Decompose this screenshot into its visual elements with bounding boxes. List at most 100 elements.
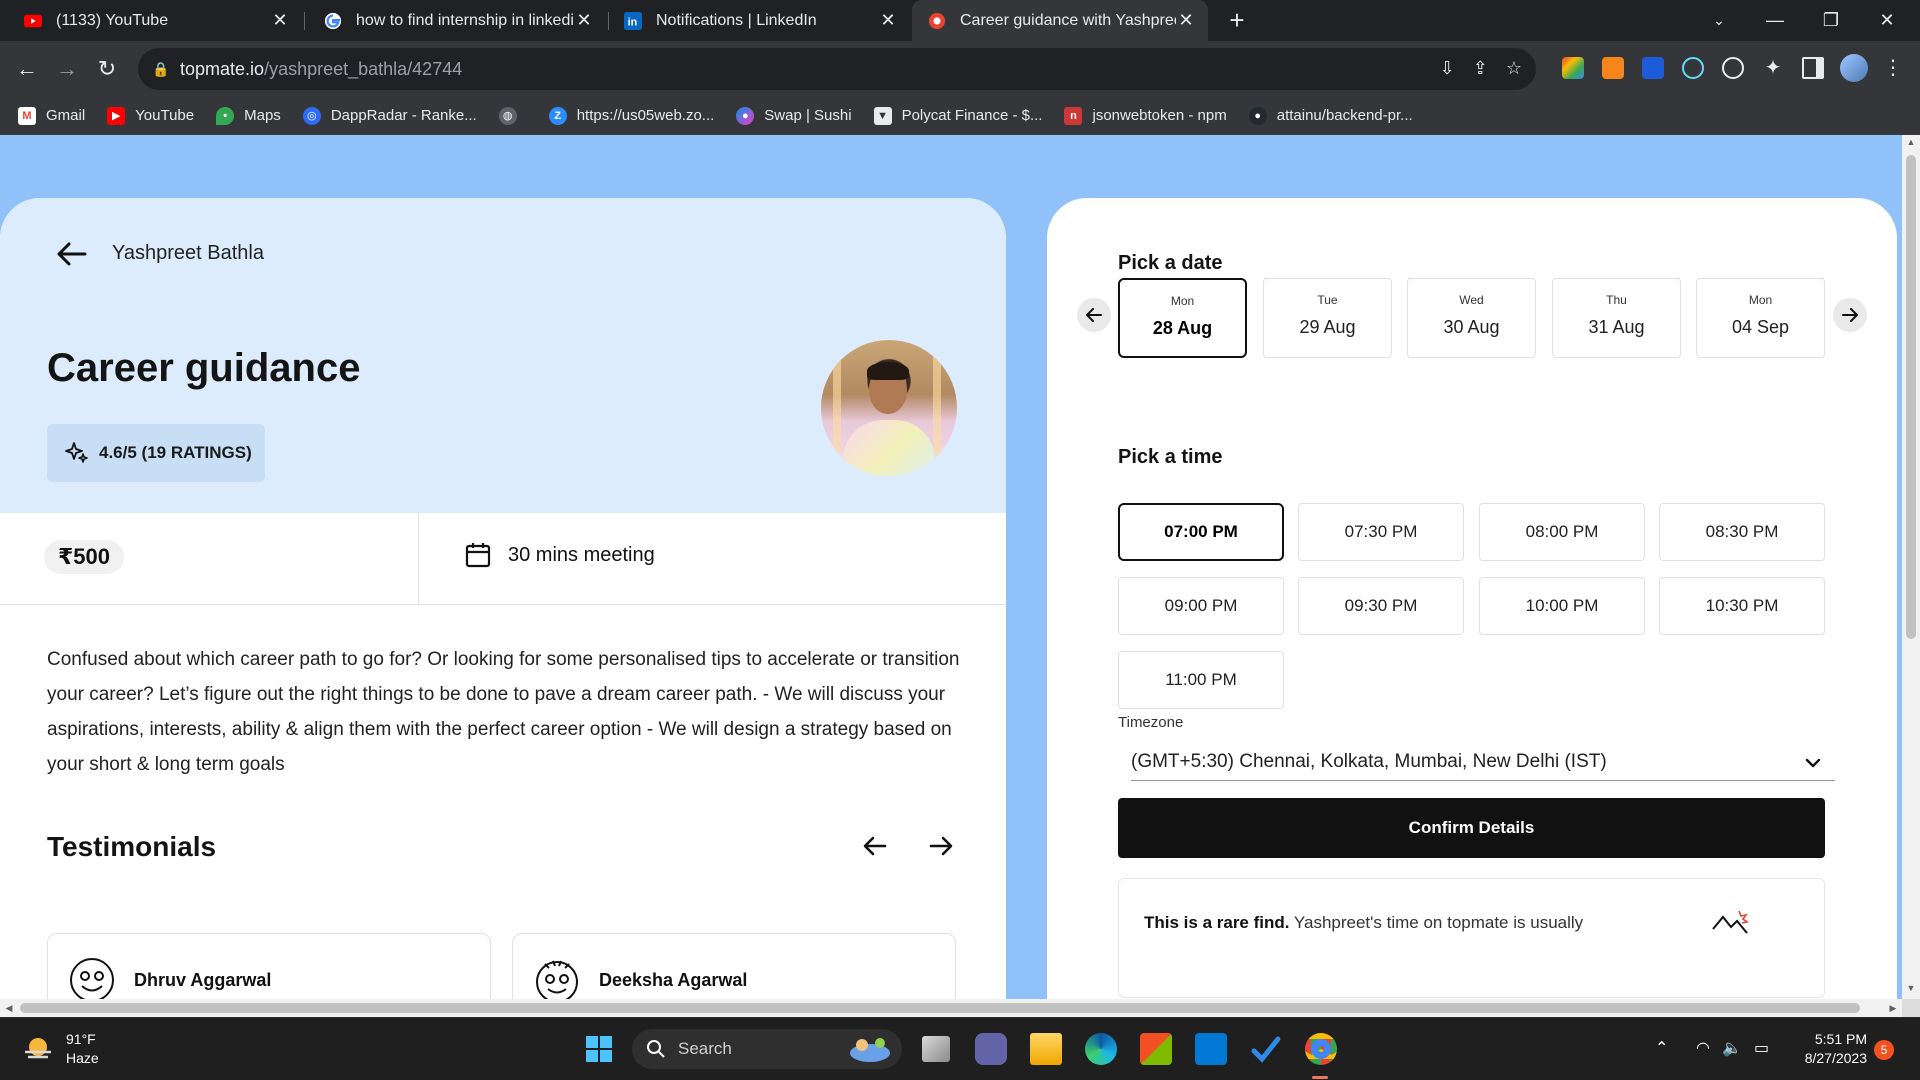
scrollbar-thumb[interactable] [1906, 155, 1916, 639]
scrollbar-thumb[interactable] [20, 1003, 1860, 1013]
time-slot[interactable]: 09:30 PM [1298, 577, 1464, 635]
date-option[interactable]: Tue 29 Aug [1263, 278, 1392, 358]
tab-youtube[interactable]: (1133) YouTube ✕ [0, 0, 302, 41]
new-tab-button[interactable]: + [1223, 6, 1251, 34]
date-option[interactable]: Wed 30 Aug [1407, 278, 1536, 358]
close-icon[interactable]: ✕ [878, 10, 898, 31]
bookmark-maps[interactable]: • Maps [216, 106, 281, 125]
bookmark-gmail[interactable]: M Gmail [18, 106, 85, 125]
tab-separator [304, 12, 305, 30]
install-icon[interactable]: ⇩ [1440, 58, 1455, 79]
file-explorer-icon[interactable] [1030, 1033, 1062, 1065]
timezone-select[interactable]: (GMT+5:30) Chennai, Kolkata, Mumbai, New… [1131, 743, 1835, 781]
rare-find-text: This is a rare find. Yashpreet's time on… [1144, 913, 1583, 933]
bookmark-sushi[interactable]: ● Swap | Sushi [736, 106, 852, 125]
bookmark-youtube[interactable]: ▶ YouTube [107, 106, 194, 125]
date-option[interactable]: Mon 28 Aug [1118, 278, 1247, 358]
bookmark-github[interactable]: ● attainu/backend-pr... [1248, 106, 1413, 125]
tab-topmate[interactable]: Career guidance with Yashpreet B ✕ [912, 0, 1208, 41]
bookmark-zoom[interactable]: Zhttps://us05web.zo... [548, 106, 714, 125]
bookmark-globe[interactable]: ◍ [498, 106, 527, 125]
address-bar[interactable]: 🔒 topmate.io/yashpreet_bathla/42744 ⇩ ⇪ … [138, 48, 1536, 90]
scroll-right-icon[interactable]: ▶ [1884, 999, 1902, 1017]
bookmark-star-icon[interactable]: ☆ [1506, 58, 1522, 79]
time-slot[interactable]: 08:00 PM [1479, 503, 1645, 561]
edge-icon[interactable] [1085, 1033, 1117, 1065]
date-next-icon[interactable] [1833, 298, 1867, 332]
svg-text:in: in [628, 16, 638, 28]
time-slot[interactable]: 10:30 PM [1659, 577, 1825, 635]
testimonial-card: Deeksha Agarwal [512, 933, 956, 999]
testimonials-prev-icon[interactable] [857, 828, 893, 864]
menu-icon[interactable]: ⋮ [1882, 57, 1904, 79]
microsoft-store-icon[interactable] [1140, 1033, 1172, 1065]
metamask-icon[interactable] [1602, 57, 1624, 79]
react-devtools-icon[interactable] [1682, 57, 1704, 79]
booking-card: Pick a date Mon 28 Aug Tue 29 Aug Wed 30… [1047, 198, 1897, 999]
time-slot[interactable]: 10:00 PM [1479, 577, 1645, 635]
bookmark-dappradar[interactable]: ◎ DappRadar - Ranke... [302, 106, 477, 125]
time-slot[interactable]: 08:30 PM [1659, 503, 1825, 561]
time-slot[interactable]: 07:00 PM [1118, 503, 1284, 561]
tab-label: Career guidance with Yashpreet B [960, 11, 1176, 29]
extension-shield-icon[interactable] [1642, 57, 1664, 79]
date-prev-icon[interactable] [1077, 298, 1111, 332]
chrome-icon[interactable] [1305, 1033, 1337, 1065]
system-clock[interactable]: 5:51 PM 8/27/2023 [1795, 1030, 1867, 1068]
date-option[interactable]: Thu 31 Aug [1552, 278, 1681, 358]
restore-button[interactable]: ❐ [1803, 0, 1859, 41]
extension-circle-icon[interactable] [1722, 57, 1744, 79]
chevron-up-icon[interactable]: ⌃ [1655, 1038, 1668, 1058]
share-icon[interactable]: ⇪ [1473, 58, 1488, 79]
reload-icon[interactable]: ↻ [91, 53, 123, 85]
bookmark-polycat[interactable]: ▼ Polycat Finance - $... [873, 106, 1042, 125]
date-option[interactable]: Mon 04 Sep [1696, 278, 1825, 358]
weather-widget[interactable]: 91°F Haze [22, 1030, 99, 1068]
scroll-left-icon[interactable]: ◀ [0, 999, 18, 1017]
forward-icon[interactable]: → [51, 53, 83, 85]
time-slot[interactable]: 11:00 PM [1118, 651, 1284, 709]
tab-search-icon[interactable]: ⌄ [1691, 0, 1747, 41]
mail-icon[interactable] [1195, 1033, 1227, 1065]
testimonials-next-icon[interactable] [923, 828, 959, 864]
minimize-button[interactable]: — [1747, 0, 1803, 41]
expert-name[interactable]: Yashpreet Bathla [112, 242, 264, 265]
close-icon[interactable]: ✕ [1176, 10, 1196, 31]
date-value: 28 Aug [1152, 318, 1213, 338]
rating-badge: 4.6/5 (19 RATINGS) [47, 424, 265, 482]
scroll-up-icon[interactable]: ▲ [1902, 137, 1920, 147]
close-window-button[interactable]: ✕ [1859, 0, 1915, 41]
tab-label: (1133) YouTube [56, 11, 169, 29]
confirm-details-button[interactable]: Confirm Details [1118, 798, 1825, 858]
taskbar: 91°F Haze Search ⌃ ◠ 🔈 ▭ 5:51 PM 8/27/20… [0, 1017, 1920, 1080]
task-view-icon[interactable] [922, 1036, 950, 1062]
teams-chat-icon[interactable] [975, 1033, 1007, 1065]
time-slot[interactable]: 07:30 PM [1298, 503, 1464, 561]
service-card: Yashpreet Bathla Career guidance 4.6/5 (… [0, 198, 1006, 999]
testimonial-author: Dhruv Aggarwal [134, 970, 272, 990]
horizontal-scrollbar[interactable]: ◀ ▶ [0, 999, 1902, 1017]
vertical-scrollbar[interactable]: ▲ ▼ [1902, 135, 1920, 999]
todo-check-icon[interactable] [1250, 1033, 1282, 1065]
tab-linkedin[interactable]: in Notifications | LinkedIn ✕ [610, 0, 910, 41]
back-arrow-icon[interactable] [52, 234, 92, 274]
windows-start-icon[interactable] [583, 1033, 615, 1065]
side-panel-icon[interactable] [1802, 57, 1824, 79]
back-icon[interactable]: ← [11, 53, 43, 85]
notification-badge[interactable]: 5 [1874, 1040, 1894, 1060]
profile-avatar[interactable] [1840, 54, 1868, 82]
extensions-puzzle-icon[interactable]: ✦ [1762, 57, 1784, 79]
battery-icon[interactable]: ▭ [1754, 1038, 1769, 1058]
volume-icon[interactable]: 🔈 [1722, 1038, 1742, 1058]
extension-icon[interactable] [1562, 57, 1584, 79]
close-icon[interactable]: ✕ [270, 10, 290, 31]
bookmark-npm[interactable]: n jsonwebtoken - npm [1064, 106, 1227, 125]
taskbar-search[interactable]: Search [632, 1029, 902, 1069]
tab-google[interactable]: how to find internship in linkedin ✕ [306, 0, 606, 41]
polycat-icon: ▼ [873, 106, 892, 125]
wifi-icon[interactable]: ◠ [1696, 1038, 1710, 1058]
scroll-down-icon[interactable]: ▼ [1902, 983, 1920, 993]
chevron-down-icon[interactable] [1803, 753, 1823, 773]
time-slot[interactable]: 09:00 PM [1118, 577, 1284, 635]
close-icon[interactable]: ✕ [574, 10, 594, 31]
